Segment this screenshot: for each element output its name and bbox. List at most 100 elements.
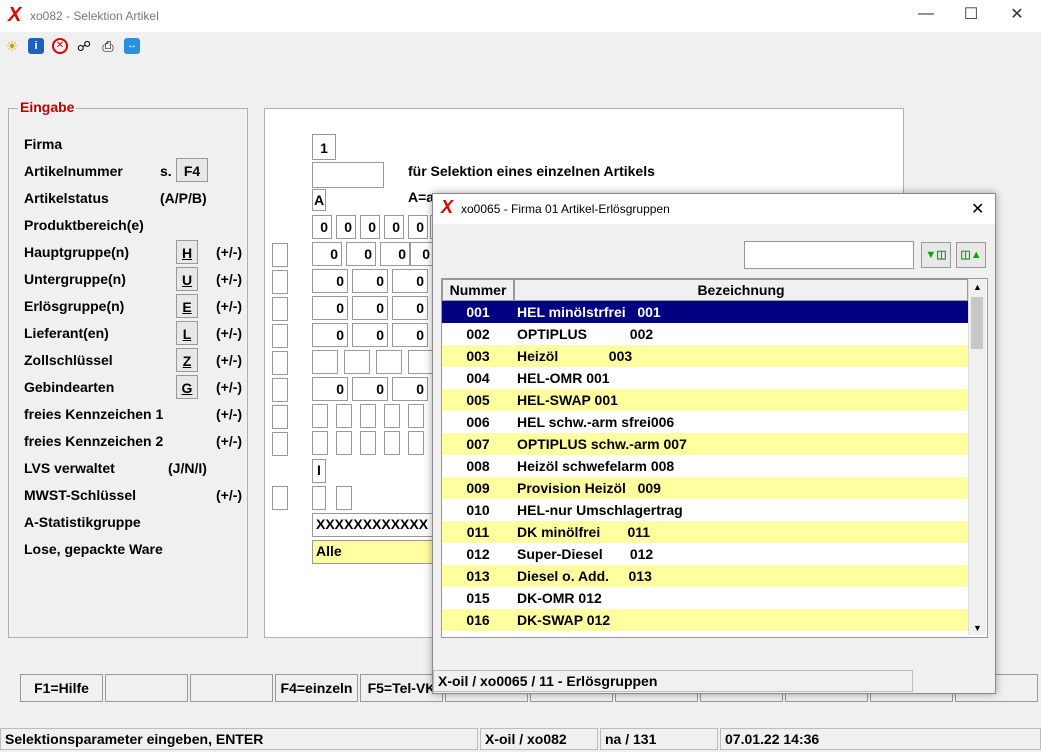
firma-field[interactable]: 1 [312,134,336,160]
zoll-field[interactable] [344,350,370,374]
artikelnummer-input[interactable] [312,162,384,188]
sign-field[interactable] [272,297,288,321]
function-key-5[interactable]: F5=Tel-VK [360,674,443,702]
function-key-1[interactable]: F1=Hilfe [20,674,103,702]
close-window-button[interactable]: ✕ [994,4,1040,24]
table-row[interactable]: 007 OPTIPLUS schw.-arm 007 [442,433,968,455]
function-key-3[interactable] [190,674,273,702]
table-row[interactable]: 012 Super-Diesel 012 [442,543,968,565]
printer-icon[interactable]: ⎙ [100,38,116,54]
table-row[interactable]: 011 DK minölfrei 011 [442,521,968,543]
search-up-button[interactable]: ◫▲ [956,242,986,268]
table-row[interactable]: 016 DK-SWAP 012 [442,609,968,631]
sign-field[interactable] [272,432,288,456]
zoll-field[interactable] [312,350,338,374]
group-field[interactable]: 0 [312,296,348,320]
lookup-button-z[interactable]: Z [176,348,198,372]
hauptgruppe-field[interactable]: 0 [346,242,376,266]
group-field[interactable]: 0 [312,269,348,293]
kennzeichen-field[interactable] [336,431,352,455]
kennzeichen-field[interactable] [312,404,328,428]
search-down-button[interactable]: ▼◫ [921,242,951,268]
table-scrollbar[interactable]: ▲ ▼ [968,279,986,635]
table-row[interactable]: 010 HEL-nur Umschlagertrag [442,499,968,521]
group-field[interactable]: 0 [352,269,388,293]
lookup-button-f4[interactable]: F4 [176,158,208,182]
column-header-bezeichnung[interactable]: Bezeichnung [514,279,968,301]
group-field[interactable]: 0 [392,323,428,347]
zoll-field[interactable] [376,350,402,374]
table-row[interactable]: 008 Heizöl schwefelarm 008 [442,455,968,477]
gebinde-field[interactable]: 0 [392,377,428,401]
function-key-4[interactable]: F4=einzeln [275,674,358,702]
artikelstatus-field[interactable]: A [312,189,326,211]
mwst-field-2[interactable] [336,486,352,510]
sign-field[interactable] [272,486,288,510]
lookup-button-l[interactable]: L [176,321,198,345]
function-key-2[interactable] [105,674,188,702]
row-nummer: 008 [466,458,490,474]
group-field[interactable]: 0 [392,269,428,293]
kennzeichen-field[interactable] [360,431,376,455]
table-row[interactable]: 004 HEL-OMR 001 [442,367,968,389]
column-header-nummer[interactable]: Nummer [442,279,514,301]
table-row[interactable]: 009 Provision Heizöl 009 [442,477,968,499]
zoll-field[interactable] [408,350,434,374]
info-icon[interactable]: i [28,38,44,54]
sign-field[interactable] [272,405,288,429]
hauptgruppe-field[interactable]: 0 [312,242,342,266]
kennzeichen-field[interactable] [384,431,400,455]
hauptgruppe-field[interactable]: 0 [380,242,410,266]
mwst-field-1[interactable] [312,486,326,510]
lvs-field[interactable]: I [312,459,326,483]
group-field[interactable]: 0 [352,323,388,347]
group-field[interactable]: 0 [312,323,348,347]
group-field[interactable]: 0 [392,296,428,320]
form-hint: (J/N/I) [168,460,207,476]
produktbereich-field[interactable]: 0 [384,215,404,239]
gebinde-field[interactable]: 0 [312,377,348,401]
table-row[interactable]: 005 HEL-SWAP 001 [442,389,968,411]
stop-icon[interactable]: ✕ [52,38,68,54]
table-row[interactable]: 002 OPTIPLUS 002 [442,323,968,345]
hauptgruppe-field[interactable]: 0 [410,242,434,266]
produktbereich-field[interactable]: 0 [312,215,332,239]
produktbereich-field[interactable]: 0 [336,215,356,239]
table-row[interactable]: 003 Heizöl 003 [442,345,968,367]
kennzeichen-field[interactable] [408,431,424,455]
statistikgruppe-field[interactable]: XXXXXXXXXXXX [312,513,434,537]
table-row[interactable]: 015 DK-OMR 012 [442,587,968,609]
table-row[interactable]: 006 HEL schw.-arm sfrei006 [442,411,968,433]
kennzeichen-field[interactable] [408,404,424,428]
sign-field[interactable] [272,243,288,267]
lookup-button-e[interactable]: E [176,294,198,318]
lookup-button-g[interactable]: G [176,375,198,399]
table-row[interactable]: 013 Diesel o. Add. 013 [442,565,968,587]
sign-field[interactable] [272,270,288,294]
produktbereich-field[interactable]: 0 [360,215,380,239]
dialog-search-input[interactable] [744,241,914,269]
lose-field[interactable]: Alle [312,540,434,564]
lightbulb-icon[interactable]: ☀ [4,38,20,54]
minimize-button[interactable]: — [903,5,949,23]
maximize-button[interactable]: ☐ [948,4,994,24]
headset-icon[interactable]: ☍ [76,38,92,54]
lookup-button-h[interactable]: H [176,240,198,264]
kennzeichen-field[interactable] [360,404,376,428]
scroll-up-icon[interactable]: ▲ [973,282,982,292]
table-row[interactable]: 001 HEL minölstrfrei 001 [442,301,968,323]
kennzeichen-field[interactable] [312,431,328,455]
sign-field[interactable] [272,324,288,348]
scroll-down-icon[interactable]: ▼ [973,623,982,633]
sign-field[interactable] [272,351,288,375]
scroll-thumb[interactable] [971,297,983,349]
kennzeichen-field[interactable] [384,404,400,428]
gebinde-field[interactable]: 0 [352,377,388,401]
lookup-button-u[interactable]: U [176,267,198,291]
sign-field[interactable] [272,378,288,402]
produktbereich-field[interactable]: 0 [408,215,428,239]
dialog-close-icon[interactable]: ✕ [971,199,984,219]
teamviewer-icon[interactable]: ↔ [124,38,140,54]
kennzeichen-field[interactable] [336,404,352,428]
group-field[interactable]: 0 [352,296,388,320]
